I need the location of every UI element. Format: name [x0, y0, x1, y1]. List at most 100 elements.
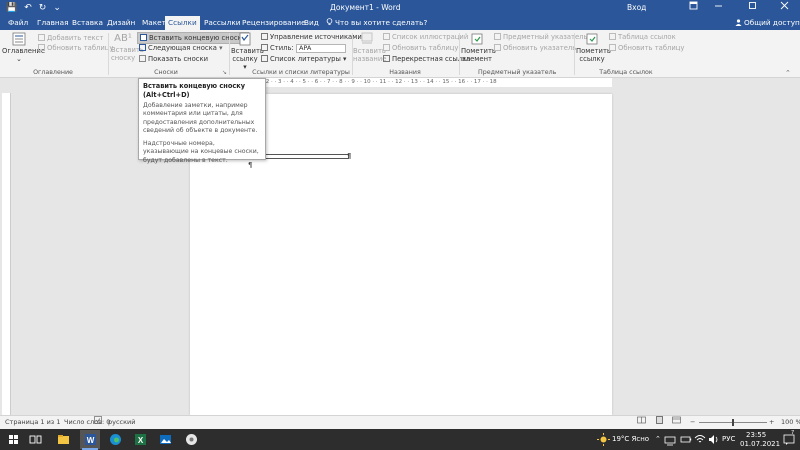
close-icon[interactable] — [772, 0, 796, 16]
customize-quick-access-icon[interactable]: ⌄ — [53, 0, 61, 16]
taskbar: W X 19°C Ясно ⌃ РУС 23:55 01.07.2021 7 — [0, 429, 800, 450]
tooltip-note: Надстрочные номера, указывающие на конце… — [143, 140, 259, 164]
notification-count-badge: 7 — [791, 430, 795, 436]
group-label-toc: Оглавление — [33, 69, 73, 76]
separator — [108, 33, 109, 75]
mark-citation-button[interactable]: Пометить ссылку — [576, 32, 611, 63]
insert-table-of-figures-button[interactable]: Список иллюстраций — [383, 32, 468, 42]
zoom-slider-thumb[interactable] — [732, 419, 734, 426]
tab-view[interactable]: Вид — [301, 16, 322, 30]
title-bar: 💾 ↶ ↻ ⌄ Документ1 - Word Вход — [0, 0, 800, 16]
style-selector[interactable]: Стиль: APA — [261, 43, 346, 53]
weather-icon[interactable] — [596, 432, 611, 447]
insert-footnote-button[interactable]: AB¹ Вставить сноску — [111, 32, 144, 62]
group-label-toa: Таблица ссылок — [599, 69, 653, 76]
endnote-icon — [140, 34, 147, 41]
svg-text:X: X — [138, 436, 144, 445]
style-combo[interactable]: APA — [295, 43, 346, 53]
group-label-captions: Названия — [389, 69, 421, 76]
page-count[interactable]: Страница 1 из 1 — [5, 416, 60, 429]
collapse-ribbon-icon[interactable]: ⌃ — [785, 68, 791, 78]
chevron-down-icon: ⌄ — [16, 55, 22, 63]
undo-icon[interactable]: ↶ — [24, 0, 32, 16]
caption-icon — [361, 32, 373, 44]
zoom-in-button[interactable]: + — [769, 416, 774, 429]
footnote-ab-icon: AB¹ — [114, 33, 132, 44]
wifi-icon[interactable] — [694, 432, 706, 447]
save-icon[interactable]: 💾 — [6, 0, 17, 16]
citation-icon — [239, 32, 251, 46]
ribbon: Оглавление ⌄ Добавить текст Обновить таб… — [0, 30, 800, 78]
speaker-icon[interactable] — [708, 432, 720, 447]
windows-start-icon[interactable] — [6, 432, 21, 447]
weather-text[interactable]: 19°C Ясно — [612, 435, 649, 443]
edge-icon[interactable] — [108, 432, 123, 447]
add-text-button[interactable]: Добавить текст — [38, 33, 103, 43]
web-layout-icon[interactable] — [672, 416, 681, 429]
separator — [229, 33, 230, 75]
cross-reference-button[interactable]: Перекрестная ссылка — [383, 54, 470, 64]
tooltip-title: Вставить концевую сноску (Alt+Ctrl+D) — [143, 82, 246, 99]
tab-mailings[interactable]: Рассылки — [201, 16, 243, 30]
insert-caption-button[interactable]: Вставить название — [353, 32, 386, 63]
update-index-button[interactable]: Обновить указатель — [494, 43, 576, 53]
bibliography-button[interactable]: Список литературы ▾ — [261, 54, 346, 64]
ribbon-display-options-icon[interactable] — [681, 0, 705, 16]
footnotes-dialog-launcher-icon[interactable]: ↘ — [222, 68, 227, 78]
tab-references[interactable]: Ссылки — [165, 16, 200, 30]
tab-file[interactable]: Файл — [5, 16, 31, 30]
sign-in-link[interactable]: Вход — [627, 0, 646, 16]
manage-sources-button[interactable]: Управление источниками — [261, 32, 362, 42]
update-toa-button[interactable]: Обновить таблицу — [609, 43, 684, 53]
word-count[interactable]: Число слов: 0 — [64, 416, 110, 429]
insert-toa-button[interactable]: Таблица ссылок — [609, 32, 676, 42]
mark-entry-button[interactable]: Пометить элемент — [461, 32, 496, 63]
zoom-out-button[interactable]: − — [690, 416, 695, 429]
show-hidden-icons-icon[interactable]: ⌃ — [655, 435, 661, 443]
status-bar: Страница 1 из 1 Число слов: 0 русский − … — [0, 415, 800, 429]
separator — [574, 33, 575, 75]
file-explorer-icon[interactable] — [56, 432, 71, 447]
next-footnote-button[interactable]: Следующая сноска ▾ — [139, 43, 222, 53]
vertical-ruler[interactable] — [2, 93, 11, 415]
insert-endnote-tooltip: Вставить концевую сноску (Alt+Ctrl+D) До… — [138, 78, 266, 164]
print-layout-icon[interactable] — [655, 416, 664, 429]
tab-home[interactable]: Главная — [34, 16, 72, 30]
paragraph-mark: ¶ — [347, 152, 352, 160]
lightbulb-icon — [326, 18, 333, 25]
read-mode-icon[interactable] — [637, 416, 646, 429]
network-icon[interactable] — [664, 432, 676, 447]
table-of-contents-icon — [12, 32, 26, 46]
share-button[interactable]: Общий доступ — [735, 16, 800, 30]
insert-citation-button[interactable]: Вставить ссылку ▾ — [231, 32, 264, 71]
zoom-level[interactable]: 100 % — [781, 416, 800, 429]
separator — [459, 33, 460, 75]
show-notes-button[interactable]: Показать сноски — [139, 54, 208, 64]
tab-review[interactable]: Рецензирование — [239, 16, 309, 30]
proofing-icon[interactable] — [94, 416, 102, 429]
share-label: Общий доступ — [744, 18, 800, 27]
minimize-icon[interactable] — [706, 0, 730, 16]
mark-entry-icon — [471, 33, 483, 45]
tell-me-search[interactable]: Что вы хотите сделать? — [326, 16, 427, 30]
update-figures-table-button[interactable]: Обновить таблицу — [383, 43, 458, 53]
excel-icon[interactable]: X — [133, 432, 148, 447]
toc-label: Оглавление — [2, 47, 46, 55]
photos-icon[interactable] — [158, 432, 173, 447]
task-view-icon[interactable] — [28, 432, 43, 447]
language-indicator[interactable]: русский — [108, 416, 136, 429]
group-label-footnotes: Сноски — [154, 69, 178, 76]
clock-date[interactable]: 01.07.2021 — [740, 440, 780, 448]
word-icon: W — [85, 434, 96, 445]
toc-button[interactable]: Оглавление ⌄ — [2, 32, 46, 63]
battery-icon[interactable] — [680, 432, 692, 447]
ribbon-tabs: Файл Главная Вставка Дизайн Макет Ссылки… — [0, 16, 800, 30]
update-toc-button[interactable]: Обновить таблицу — [38, 43, 113, 53]
tab-design[interactable]: Дизайн — [104, 16, 138, 30]
maximize-icon[interactable] — [740, 0, 764, 16]
redo-icon[interactable]: ↻ — [39, 0, 47, 16]
input-language[interactable]: РУС — [722, 435, 735, 443]
tab-insert[interactable]: Вставка — [69, 16, 106, 30]
clock-time[interactable]: 23:55 — [746, 431, 766, 439]
app-icon[interactable] — [184, 432, 199, 447]
